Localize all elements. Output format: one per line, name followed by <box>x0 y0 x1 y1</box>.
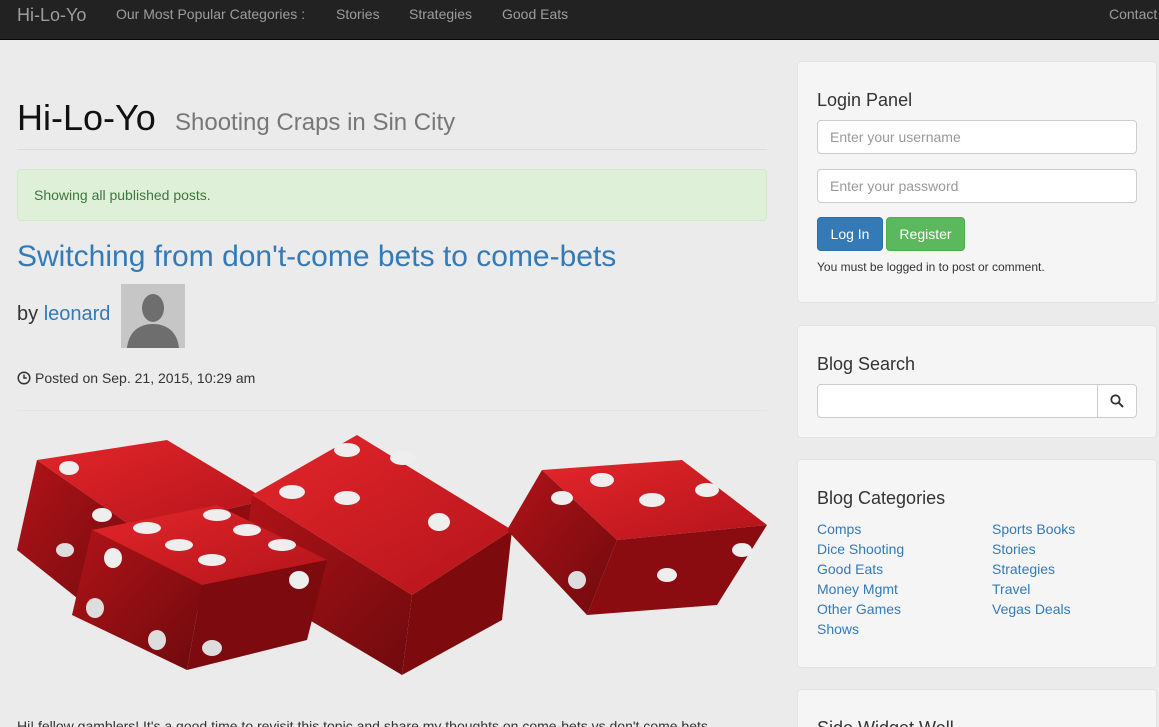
category-link[interactable]: Money Mgmt <box>817 581 898 597</box>
nav-contact[interactable]: Contact <box>1109 6 1157 22</box>
post-excerpt: Hi! fellow gamblers! It's a good time to… <box>17 718 708 727</box>
category-link[interactable]: Stories <box>992 541 1036 557</box>
category-link[interactable]: Strategies <box>992 561 1055 577</box>
register-button[interactable]: Register <box>886 217 965 251</box>
side-widget-panel: Side Widget Well <box>797 689 1157 727</box>
post-title-link[interactable]: Switching from don't-come bets to come-b… <box>17 240 616 274</box>
post-date: Posted on Sep. 21, 2015, 10:29 am <box>17 370 255 386</box>
top-navbar: Hi-Lo-Yo Our Most Popular Categories : S… <box>0 0 1159 40</box>
category-link[interactable]: Dice Shooting <box>817 541 904 557</box>
login-note: You must be logged in to post or comment… <box>817 260 1045 274</box>
search-button[interactable] <box>1097 384 1137 418</box>
search-group <box>817 384 1137 418</box>
nav-strategies[interactable]: Strategies <box>409 6 472 22</box>
author-avatar <box>121 284 185 348</box>
page-title: Hi-Lo-Yo <box>17 97 156 138</box>
search-panel: Blog Search <box>797 325 1157 438</box>
divider <box>17 410 767 411</box>
post-byline: by leonard <box>17 302 110 326</box>
login-heading: Login Panel <box>817 90 913 110</box>
login-button[interactable]: Log In <box>817 217 883 251</box>
clock-icon <box>17 371 31 385</box>
nav-popular-categories[interactable]: Our Most Popular Categories : <box>116 6 305 22</box>
dice-image <box>17 435 767 675</box>
search-input[interactable] <box>817 384 1099 418</box>
categories-heading: Blog Categories <box>817 488 946 508</box>
author-link[interactable]: leonard <box>44 303 111 325</box>
password-input[interactable]: Enter your password <box>817 169 1137 203</box>
category-link[interactable]: Good Eats <box>817 561 883 577</box>
page-subtitle: Shooting Craps in Sin City <box>175 109 456 136</box>
navbar-brand[interactable]: Hi-Lo-Yo <box>17 4 86 26</box>
nav-good-eats[interactable]: Good Eats <box>502 6 568 22</box>
side-widget-heading: Side Widget Well <box>817 718 954 727</box>
nav-stories[interactable]: Stories <box>336 6 380 22</box>
category-link[interactable]: Travel <box>992 581 1030 597</box>
categories-panel: Blog Categories Comps Dice Shooting Good… <box>797 459 1157 668</box>
avatar-silhouette-icon <box>121 284 185 348</box>
byline-prefix: by <box>17 303 39 325</box>
post-date-text: Posted on Sep. 21, 2015, 10:29 am <box>35 370 256 386</box>
category-link[interactable]: Comps <box>817 521 861 537</box>
status-alert: Showing all published posts. <box>17 169 767 221</box>
category-link[interactable]: Shows <box>817 621 859 637</box>
category-link[interactable]: Vegas Deals <box>992 601 1071 617</box>
page-header: Hi-Lo-Yo Shooting Craps in Sin City <box>17 98 767 150</box>
username-input[interactable]: Enter your username <box>817 120 1137 154</box>
search-icon <box>1110 394 1124 408</box>
search-heading: Blog Search <box>817 354 916 374</box>
category-link[interactable]: Sports Books <box>992 521 1075 537</box>
category-link[interactable]: Other Games <box>817 601 901 617</box>
login-panel: Login Panel Enter your username Enter yo… <box>797 61 1157 303</box>
